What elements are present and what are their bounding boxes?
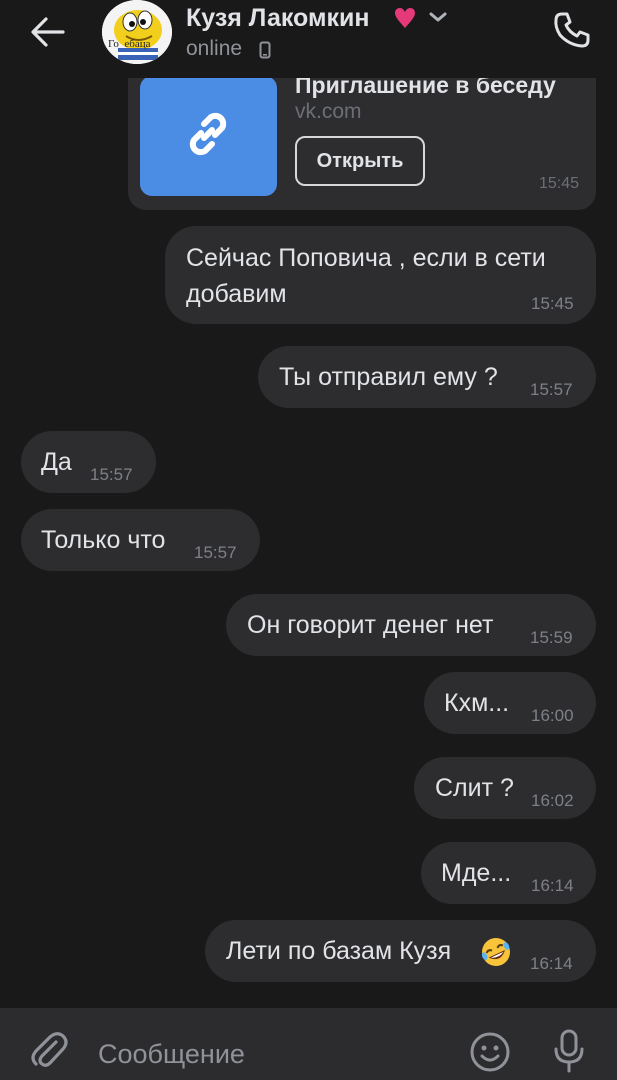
message-bubble-outgoing[interactable]: Сейчас Поповича , если в сети добавим 15… [165, 226, 596, 324]
message-bubble-incoming[interactable]: Только что 15:57 [21, 509, 260, 571]
chevron-down-icon[interactable] [428, 9, 448, 25]
message-time: 15:57 [90, 465, 133, 484]
message-time: 16:14 [531, 876, 574, 895]
paperclip-icon[interactable] [28, 1028, 68, 1072]
message-time: 15:57 [194, 543, 237, 562]
message-text: Только что [41, 526, 166, 554]
message-time: 16:14 [530, 954, 573, 973]
message-time: 15:45 [538, 175, 579, 192]
card-domain: vk.com [295, 100, 362, 123]
link-icon [189, 112, 227, 156]
message-text: Он говорит денег нет [247, 611, 494, 639]
message-list: Приглашение в беседу vk.com Открыть 15:4… [0, 0, 617, 1008]
mobile-phone-icon [259, 41, 271, 59]
message-bubble-incoming[interactable]: Да 15:57 [21, 431, 156, 493]
message-bubble-outgoing[interactable]: Ты отправил ему ? 15:57 [258, 346, 596, 408]
message-time: 15:45 [531, 294, 574, 313]
avatar[interactable]: Го ебаца [102, 0, 172, 64]
message-text: Мде... [441, 859, 512, 887]
message-time: 15:57 [530, 380, 573, 399]
message-bubble-outgoing[interactable]: Лети по базам Кузя 16:14 [205, 920, 596, 982]
message-text: добавим [186, 280, 287, 308]
message-input[interactable] [98, 1034, 438, 1074]
message-text: Слит ? [435, 774, 514, 802]
message-text: Лети по базам Кузя [226, 937, 452, 965]
message-bubble-outgoing[interactable]: Кхм... 16:00 [424, 672, 596, 734]
message-bubble-outgoing[interactable]: Слит ? 16:02 [414, 757, 596, 819]
message-time: 16:02 [531, 791, 574, 810]
heart-icon [395, 8, 415, 28]
back-arrow-icon[interactable] [28, 14, 68, 50]
online-status: online [186, 37, 243, 60]
chat-header: Го ебаца Кузя Лакомкин online [0, 0, 617, 78]
contact-name[interactable]: Кузя Лакомкин [186, 4, 369, 33]
link-thumbnail [140, 76, 277, 196]
avatar-caption: Го ебаца [108, 38, 151, 50]
message-bubble-outgoing[interactable]: Он говорит денег нет 15:59 [226, 594, 596, 656]
open-button[interactable]: Открыть [295, 136, 425, 186]
invite-link-card[interactable]: Приглашение в беседу vk.com Открыть 15:4… [128, 60, 596, 210]
message-text: Сейчас Поповича , если в сети [186, 244, 546, 272]
rolling-on-floor-laughing-icon [481, 938, 510, 966]
message-text: Ты отправил ему ? [279, 363, 498, 391]
message-time: 16:00 [531, 706, 574, 725]
message-time: 15:59 [530, 628, 573, 647]
message-text: Да [41, 448, 72, 476]
message-text: Кхм... [444, 689, 510, 717]
microphone-icon[interactable] [552, 1028, 586, 1074]
message-bubble-outgoing[interactable]: Мде... 16:14 [421, 842, 596, 904]
smile-icon[interactable] [468, 1030, 512, 1074]
phone-call-icon[interactable] [552, 10, 592, 50]
